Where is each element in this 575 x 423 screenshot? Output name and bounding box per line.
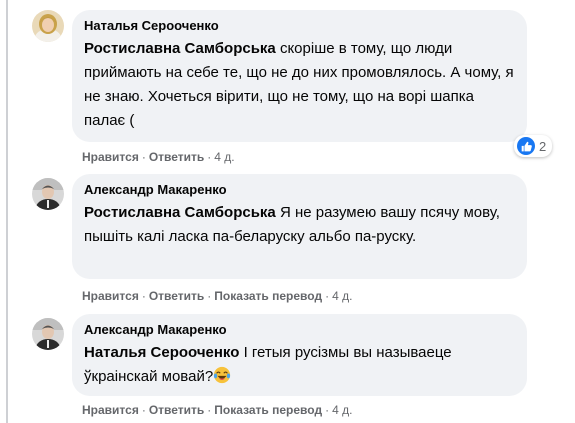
avatar[interactable] <box>32 178 64 210</box>
reaction-summary[interactable]: 2 <box>514 135 553 157</box>
separator-dot: · <box>141 403 146 417</box>
comment-author[interactable]: Александр Макаренко <box>84 322 515 338</box>
avatar[interactable] <box>32 318 64 350</box>
thread-line <box>6 0 8 423</box>
comment-text: Ростиславна Самборська Я не разумею вашу… <box>84 201 515 249</box>
comment-bubble: Наталья Серооченко Ростиславна Самборськ… <box>72 10 527 142</box>
comment-time[interactable]: 4 д. <box>214 150 234 164</box>
comment-time[interactable]: 4 д. <box>332 289 352 303</box>
reply-button[interactable]: Ответить <box>149 150 204 164</box>
separator-dot: · <box>325 289 330 303</box>
reaction-count: 2 <box>539 138 547 154</box>
separator-dot: · <box>325 403 330 417</box>
comment-actions: Нравится · Ответить · Показать перевод · 4 д. <box>82 288 352 304</box>
mention-link[interactable]: Ростиславна Самборська <box>84 204 276 221</box>
reply-button[interactable]: Ответить <box>149 403 204 417</box>
see-translation-button[interactable]: Показать перевод <box>214 403 322 417</box>
separator-dot: · <box>141 289 146 303</box>
comment-actions: Нравится · Ответить · Показать перевод · 4 д. <box>82 402 352 418</box>
comment-actions: Нравится · Ответить · 4 д. <box>82 149 235 165</box>
comment: Александр Макаренко Ростиславна Самборсь… <box>28 170 568 310</box>
comment-author[interactable]: Александр Макаренко <box>84 182 515 198</box>
see-translation-button[interactable]: Показать перевод <box>214 289 322 303</box>
separator-dot: · <box>207 403 212 417</box>
comment-bubble: Александр Макаренко Наталья Серооченко І… <box>72 314 527 396</box>
avatar[interactable] <box>32 10 64 42</box>
separator-dot: · <box>207 289 212 303</box>
reply-button[interactable]: Ответить <box>149 289 204 303</box>
laughing-crying-emoji-icon <box>213 366 231 392</box>
comment-time[interactable]: 4 д. <box>332 403 352 417</box>
separator-dot: · <box>207 150 212 164</box>
like-button[interactable]: Нравится <box>82 150 139 164</box>
mention-link[interactable]: Наталья Серооченко <box>84 344 239 361</box>
like-button[interactable]: Нравится <box>82 289 139 303</box>
mention-link[interactable]: Ростиславна Самборська <box>84 40 276 57</box>
comment: Наталья Серооченко Ростиславна Самборськ… <box>28 0 568 170</box>
comment: Александр Макаренко Наталья Серооченко І… <box>28 310 568 423</box>
separator-dot: · <box>141 150 146 164</box>
comment-text: Наталья Серооченко І гетыя русізмы вы на… <box>84 341 515 392</box>
like-button[interactable]: Нравится <box>82 403 139 417</box>
like-icon <box>517 137 535 155</box>
comment-text: Ростиславна Самборська скоріше в тому, щ… <box>84 37 515 133</box>
comment-author[interactable]: Наталья Серооченко <box>84 18 515 34</box>
comment-bubble: Александр Макаренко Ростиславна Самборсь… <box>72 174 527 279</box>
